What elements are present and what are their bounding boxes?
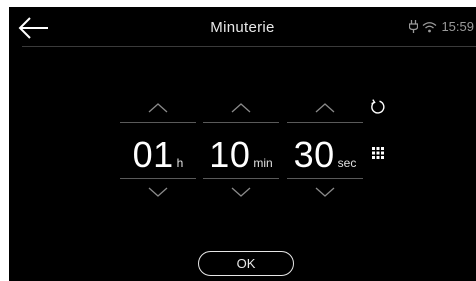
keypad-button[interactable] xyxy=(372,146,384,159)
timer-screen: Minuterie 15:59 01 h 10 min 30 sec OK xyxy=(9,7,476,281)
hours-value: 01 xyxy=(132,134,174,175)
keypad-grid-icon xyxy=(372,147,384,159)
seconds-top-divider xyxy=(287,122,363,123)
plug-icon xyxy=(409,20,419,33)
hours-bottom-divider xyxy=(120,178,196,179)
minutes-value: 10 xyxy=(209,134,251,175)
chevron-up-icon xyxy=(231,103,251,113)
hours-value-field[interactable]: 01 h xyxy=(120,133,196,173)
chevron-down-icon xyxy=(148,187,168,197)
seconds-picker: 30 sec xyxy=(287,97,363,202)
chevron-up-icon xyxy=(315,103,335,113)
hours-top-divider xyxy=(120,122,196,123)
seconds-value: 30 xyxy=(293,134,335,175)
minutes-unit: min xyxy=(253,156,273,170)
chevron-up-icon xyxy=(148,103,168,113)
chevron-down-icon xyxy=(231,187,251,197)
seconds-increment-button[interactable] xyxy=(305,97,345,117)
ok-button[interactable]: OK xyxy=(198,251,294,276)
seconds-unit: sec xyxy=(337,156,357,170)
hours-unit: h xyxy=(176,156,184,170)
header-bar: Minuterie 15:59 xyxy=(9,7,476,46)
minutes-bottom-divider xyxy=(203,178,279,179)
seconds-decrement-button[interactable] xyxy=(305,183,345,203)
chevron-down-icon xyxy=(315,187,335,197)
hours-decrement-button[interactable] xyxy=(138,183,178,203)
minutes-top-divider xyxy=(203,122,279,123)
seconds-bottom-divider xyxy=(287,178,363,179)
hours-increment-button[interactable] xyxy=(138,97,178,117)
page-title: Minuterie xyxy=(210,19,275,36)
minutes-increment-button[interactable] xyxy=(221,97,261,117)
wifi-icon xyxy=(423,21,437,32)
status-bar: 15:59 xyxy=(409,19,474,34)
status-time: 15:59 xyxy=(441,19,474,34)
minutes-decrement-button[interactable] xyxy=(221,183,261,203)
hours-picker: 01 h xyxy=(120,97,196,202)
minutes-picker: 10 min xyxy=(203,97,279,202)
seconds-value-field[interactable]: 30 sec xyxy=(287,133,363,173)
reset-icon xyxy=(371,99,385,114)
header-divider xyxy=(22,46,476,47)
reset-button[interactable] xyxy=(369,98,387,116)
minutes-value-field[interactable]: 10 min xyxy=(203,133,279,173)
